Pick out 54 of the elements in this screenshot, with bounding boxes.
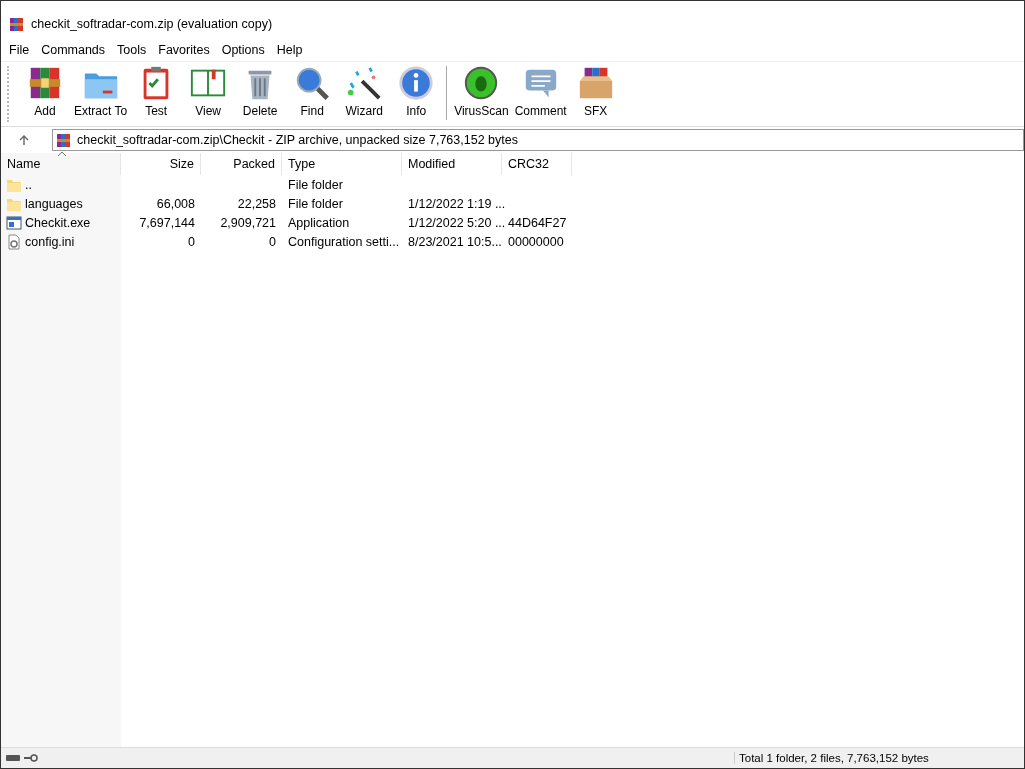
window-title: checkit_softradar-com.zip (evaluation copy) [31, 17, 273, 31]
settings-file-icon [6, 233, 22, 250]
toolbar-button[interactable]: View [182, 64, 235, 122]
table-cell: 8/23/2021 10:5... [408, 234, 502, 249]
column-header[interactable]: Name [1, 153, 121, 175]
menu-item[interactable]: File [3, 43, 36, 57]
column-header[interactable]: Type [282, 153, 402, 175]
table-cell: 1/12/2022 1:19 ... [408, 196, 506, 211]
column-header[interactable]: CRC32 [502, 153, 572, 175]
column-header[interactable]: Size [121, 153, 201, 175]
menu-item[interactable]: Commands [35, 43, 112, 57]
table-cell: File folder [288, 177, 343, 192]
sort-caret-icon [57, 151, 67, 157]
archive-icon [56, 132, 72, 148]
menu-item[interactable]: Help [270, 43, 309, 57]
toolbar-button[interactable]: Test [130, 64, 183, 122]
key-icon [23, 754, 39, 762]
table-cell: Checkit.exe [25, 215, 91, 230]
table-cell: File folder [288, 196, 343, 211]
table-cell: 66,008 [156, 196, 195, 211]
table-cell: 22,258 [237, 196, 276, 211]
info-icon [397, 64, 436, 102]
status-text: Total 1 folder, 2 files, 7,763,152 bytes [734, 752, 1024, 764]
table-cell: 7,697,144 [139, 215, 195, 230]
column-header[interactable]: Modified [402, 153, 502, 175]
table-cell: 0 [188, 234, 195, 249]
table-cell: languages [25, 196, 83, 211]
drive-icon [5, 754, 21, 762]
toolbar-button[interactable]: Wizard [338, 64, 391, 122]
table-cell: Application [288, 215, 350, 230]
toolbar-button[interactable]: VirusScan [451, 64, 512, 122]
table-cell: Configuration setti... [288, 234, 400, 249]
toolbar-button[interactable]: Add [19, 64, 71, 122]
column-header[interactable]: Packed [201, 153, 282, 175]
table-cell: config.ini [25, 234, 75, 249]
toolbar-button[interactable]: Info [390, 64, 443, 122]
up-arrow-icon[interactable] [18, 134, 30, 146]
menu-item[interactable]: Favorites [152, 43, 216, 57]
toolbar-button[interactable]: Comment [511, 64, 570, 122]
table-cell: 1/12/2022 5:20 ... [408, 215, 506, 230]
table-cell: 44D64F27 [508, 215, 567, 230]
menu-item[interactable]: Options [215, 43, 271, 57]
application-icon [6, 214, 22, 231]
archive-app-icon [9, 16, 25, 32]
toolbar-button[interactable]: Delete [234, 64, 287, 122]
toolbar-button[interactable]: SFX [569, 64, 622, 122]
toolbar-button[interactable]: Find [286, 64, 339, 122]
table-cell: 0 [269, 234, 276, 249]
table-cell: 00000000 [508, 234, 564, 249]
address-field[interactable]: checkit_softradar-com.zip\Checkit - ZIP archive, unpacked size 7,763,152 bytes [52, 129, 1024, 151]
toolbar-button[interactable]: Extract To [71, 64, 131, 122]
table-cell: 2,909,721 [220, 215, 276, 230]
menu-item[interactable]: Tools [111, 43, 153, 57]
table-cell: .. [25, 177, 32, 192]
